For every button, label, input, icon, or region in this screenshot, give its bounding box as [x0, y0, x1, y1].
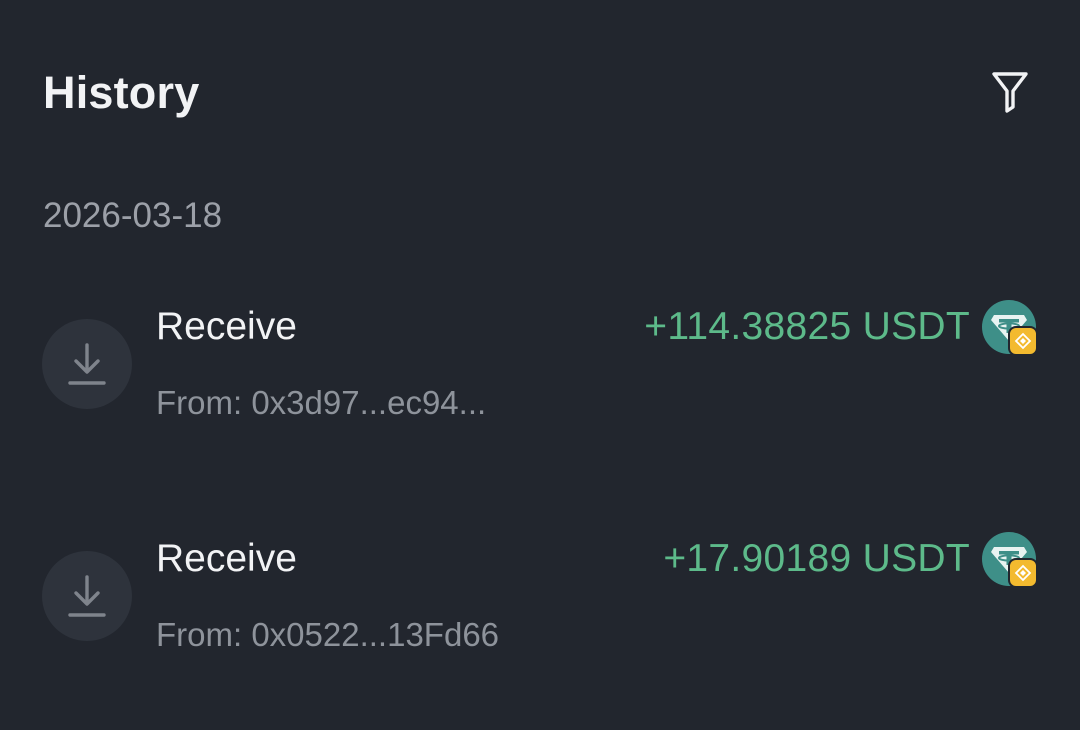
download-icon	[42, 551, 132, 641]
token-icon-group	[982, 300, 1040, 358]
token-icon-group	[982, 532, 1040, 590]
filter-icon	[992, 72, 1028, 113]
filter-button[interactable]	[984, 66, 1036, 118]
transaction-type: Receive	[156, 537, 297, 580]
history-header: History	[0, 0, 1080, 180]
transaction-type: Receive	[156, 305, 297, 348]
download-icon	[42, 319, 132, 409]
transaction-row[interactable]: Receive From: 0x0522...13Fd66 +17.90189 …	[0, 524, 1080, 704]
transaction-row[interactable]: Receive From: 0x3d97...ec94... +114.3882…	[0, 292, 1080, 472]
transaction-amount: +17.90189 USDT	[663, 537, 970, 580]
bnb-chain-icon	[1008, 326, 1038, 356]
transaction-amount: +114.38825 USDT	[644, 305, 970, 348]
transaction-from-address: From: 0x0522...13Fd66	[156, 616, 500, 653]
transaction-from-address: From: 0x3d97...ec94...	[156, 384, 487, 421]
date-group-label: 2026-03-18	[43, 196, 223, 235]
bnb-chain-icon	[1008, 558, 1038, 588]
page-title: History	[43, 67, 200, 118]
